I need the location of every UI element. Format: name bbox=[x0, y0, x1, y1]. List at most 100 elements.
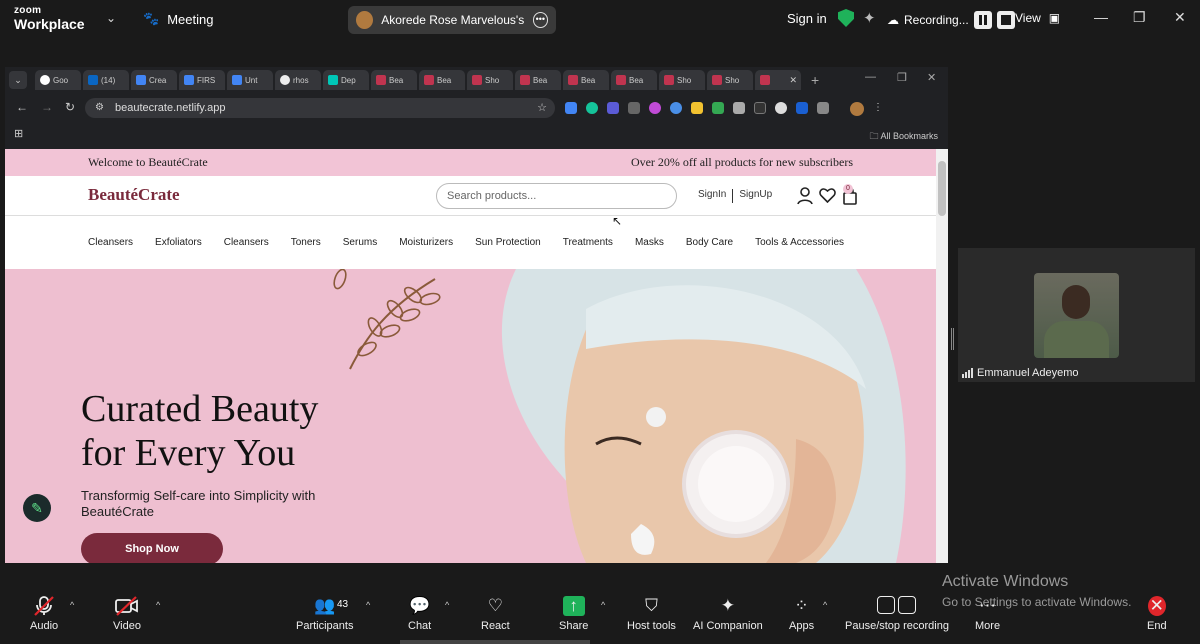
nav-tools-accessories[interactable]: Tools & Accessories bbox=[755, 237, 844, 248]
bookmark-star-icon[interactable]: ☆ bbox=[537, 98, 547, 118]
view-button[interactable]: View ▣ bbox=[1015, 11, 1060, 25]
hero-title-line1: Curated Beauty bbox=[81, 388, 319, 430]
minimize-icon[interactable]: — bbox=[1094, 9, 1108, 25]
extension-icon[interactable] bbox=[691, 102, 703, 114]
annotate-pencil-icon[interactable]: ✎ bbox=[23, 494, 51, 522]
close-icon[interactable]: ✕ bbox=[1174, 9, 1186, 26]
screen-share-indicator[interactable]: Akorede Rose Marvelous's screen ••• bbox=[348, 6, 556, 34]
signup-link[interactable]: SignUp bbox=[739, 189, 772, 203]
nav-cleansers-2[interactable]: Cleansers bbox=[224, 237, 269, 248]
profile-avatar[interactable] bbox=[850, 102, 864, 116]
close-tab-icon[interactable]: ✕ bbox=[789, 75, 797, 86]
meeting-info-button[interactable]: 🐾 Meeting bbox=[143, 11, 213, 27]
page-scrollbar[interactable] bbox=[936, 149, 948, 563]
site-info-icon[interactable]: ⚙ bbox=[95, 98, 104, 118]
browser-tab[interactable]: Sho bbox=[707, 70, 753, 90]
extension-icon[interactable] bbox=[733, 102, 745, 114]
browser-tab[interactable]: (14) bbox=[83, 70, 129, 90]
nav-treatments[interactable]: Treatments bbox=[563, 237, 613, 248]
nav-masks[interactable]: Masks bbox=[635, 237, 664, 248]
security-shield-icon[interactable] bbox=[838, 9, 854, 27]
extension-icon[interactable] bbox=[754, 102, 766, 114]
end-meeting-button[interactable]: ✕ End bbox=[1147, 596, 1167, 632]
extensions-puzzle-icon[interactable] bbox=[817, 102, 829, 114]
video-options-caret[interactable]: ^ bbox=[156, 600, 160, 610]
browser-tab[interactable]: Dep bbox=[323, 70, 369, 90]
react-button[interactable]: ♡ React bbox=[481, 596, 510, 632]
browser-tab[interactable]: Bea bbox=[611, 70, 657, 90]
browser-tab[interactable]: Bea bbox=[371, 70, 417, 90]
host-tools-button[interactable]: ⛉ Host tools bbox=[627, 596, 676, 632]
more-options-icon[interactable]: ••• bbox=[532, 12, 548, 28]
share-screen-button[interactable]: ↑ Share bbox=[559, 596, 588, 632]
browser-tab[interactable]: Bea bbox=[419, 70, 465, 90]
back-icon[interactable]: ← bbox=[16, 100, 28, 114]
nav-moisturizers[interactable]: Moisturizers bbox=[399, 237, 453, 248]
nav-sun-protection[interactable]: Sun Protection bbox=[475, 237, 541, 248]
window-minimize-icon[interactable]: — bbox=[865, 71, 876, 83]
browser-tab[interactable]: Sho bbox=[659, 70, 705, 90]
extension-icon[interactable] bbox=[628, 102, 640, 114]
browser-tab[interactable]: Goo bbox=[35, 70, 81, 90]
browser-tab[interactable]: FIRS bbox=[179, 70, 225, 90]
extension-icon[interactable] bbox=[775, 102, 787, 114]
extension-icon[interactable] bbox=[649, 102, 661, 114]
apps-options-caret[interactable]: ^ bbox=[823, 600, 827, 610]
browser-window: ⌄ Goo (14) Crea FIRS Unt rhos Dep Bea Be… bbox=[5, 67, 948, 563]
site-logo[interactable]: BeautéCrate bbox=[88, 185, 180, 205]
browser-tab[interactable]: Crea bbox=[131, 70, 177, 90]
stop-recording-button[interactable] bbox=[996, 11, 1015, 29]
nav-exfoliators[interactable]: Exfoliators bbox=[155, 237, 202, 248]
browser-tab[interactable]: Unt bbox=[227, 70, 273, 90]
nav-toners[interactable]: Toners bbox=[291, 237, 321, 248]
sign-in-button[interactable]: Sign in bbox=[787, 11, 827, 26]
browser-tab[interactable]: Bea bbox=[563, 70, 609, 90]
pause-recording-button[interactable] bbox=[973, 11, 992, 29]
all-bookmarks-button[interactable]: 🗀 All Bookmarks bbox=[869, 129, 938, 145]
ai-companion-button[interactable]: ✦ AI Companion bbox=[693, 596, 763, 632]
window-restore-icon[interactable]: ❐ bbox=[897, 71, 907, 84]
tab-search-icon[interactable]: ⌄ bbox=[9, 71, 27, 89]
shop-now-button[interactable]: Shop Now bbox=[81, 533, 223, 563]
user-icon[interactable] bbox=[797, 187, 813, 205]
signin-link[interactable]: SignIn bbox=[698, 189, 726, 203]
extension-icon[interactable] bbox=[607, 102, 619, 114]
nav-serums[interactable]: Serums bbox=[343, 237, 377, 248]
nav-cleansers[interactable]: Cleansers bbox=[88, 237, 133, 248]
extension-icon[interactable] bbox=[670, 102, 682, 114]
participant-video-tile[interactable]: Emmanuel Adeyemo bbox=[958, 248, 1195, 382]
browser-tab-active[interactable]: ✕ bbox=[755, 70, 801, 90]
reload-icon[interactable]: ↻ bbox=[65, 100, 75, 114]
browser-tab[interactable]: Bea bbox=[515, 70, 561, 90]
participants-options-caret[interactable]: ^ bbox=[366, 600, 370, 610]
panel-resize-handle[interactable] bbox=[951, 328, 954, 350]
product-search-input[interactable]: Search products... bbox=[436, 183, 677, 209]
forward-icon[interactable]: → bbox=[41, 100, 53, 114]
extension-icon[interactable] bbox=[586, 102, 598, 114]
chevron-down-icon[interactable]: ⌄ bbox=[106, 11, 116, 25]
extension-icon[interactable] bbox=[796, 102, 808, 114]
new-tab-icon[interactable]: + bbox=[811, 72, 819, 88]
video-button[interactable]: Video bbox=[113, 596, 141, 632]
apps-button[interactable]: ⁘ Apps bbox=[789, 596, 814, 632]
extension-icon[interactable] bbox=[712, 102, 724, 114]
browser-tab[interactable]: Sho bbox=[467, 70, 513, 90]
ai-sparkle-icon[interactable]: ✦ bbox=[863, 9, 876, 27]
apps-grid-icon[interactable]: ⊞ bbox=[14, 127, 23, 140]
audio-options-caret[interactable]: ^ bbox=[70, 600, 74, 610]
url-field[interactable]: ⚙ beautecrate.netlify.app ☆ bbox=[85, 98, 555, 118]
pause-stop-recording-button[interactable]: Pause/stop recording bbox=[845, 596, 949, 632]
chat-button[interactable]: 💬 Chat bbox=[408, 596, 431, 632]
more-button[interactable]: ⋯ More bbox=[975, 596, 1000, 632]
browser-menu-icon[interactable]: ⋮ bbox=[873, 102, 885, 114]
chat-options-caret[interactable]: ^ bbox=[445, 600, 449, 610]
share-options-caret[interactable]: ^ bbox=[601, 600, 605, 610]
audio-button[interactable]: Audio bbox=[30, 596, 58, 632]
browser-tab[interactable]: rhos bbox=[275, 70, 321, 90]
nav-body-care[interactable]: Body Care bbox=[686, 237, 733, 248]
restore-icon[interactable]: ❐ bbox=[1133, 9, 1146, 26]
window-close-icon[interactable]: ✕ bbox=[927, 71, 936, 84]
extension-icon[interactable] bbox=[565, 102, 577, 114]
heart-icon[interactable] bbox=[819, 187, 836, 203]
scrollbar-thumb[interactable] bbox=[938, 161, 946, 216]
